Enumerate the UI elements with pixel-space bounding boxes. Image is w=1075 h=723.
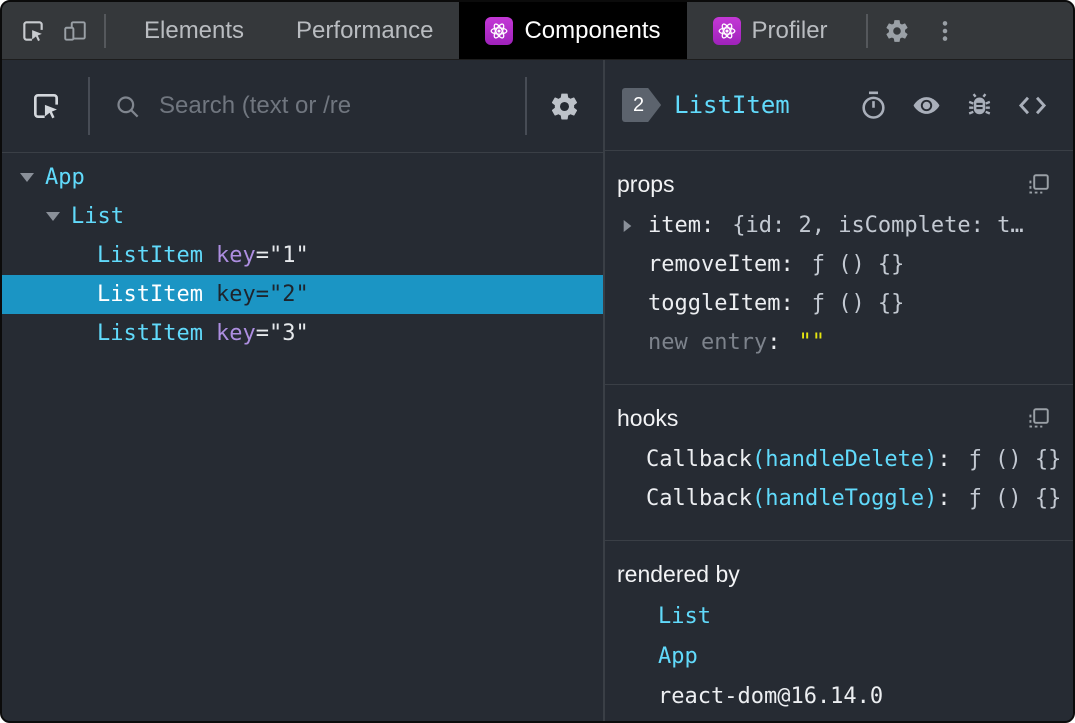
rendered-by-app[interactable]: App bbox=[605, 636, 1073, 676]
inspect-dom-eye-icon[interactable] bbox=[909, 88, 943, 122]
rendered-by-header: rendered by bbox=[605, 555, 1073, 596]
tree-pane: App List ListItem key="1" ListItem key="… bbox=[2, 60, 605, 721]
caret-down-icon[interactable] bbox=[18, 173, 35, 182]
rendered-by-section: rendered by List App react-dom@16.14.0 bbox=[605, 541, 1073, 721]
components-panel: App List ListItem key="1" ListItem key="… bbox=[2, 60, 1073, 721]
component-name: ListItem bbox=[97, 282, 203, 307]
tree-row-listitem-1[interactable]: ListItem key="1" bbox=[2, 236, 603, 275]
details-header: 2 ListItem bbox=[605, 60, 1073, 151]
key-attribute: key="2" bbox=[215, 282, 309, 307]
search-input[interactable] bbox=[157, 91, 525, 121]
topbar-right-icons bbox=[854, 2, 972, 59]
tab-label: Performance bbox=[296, 16, 434, 44]
tree-settings-gear-icon[interactable] bbox=[549, 91, 580, 122]
tree-row-list[interactable]: List bbox=[2, 197, 603, 236]
copy-hooks-icon[interactable] bbox=[1025, 406, 1051, 432]
device-toolbar-icon[interactable] bbox=[58, 2, 92, 59]
react-logo-icon bbox=[712, 16, 741, 45]
suspend-stopwatch-icon[interactable] bbox=[856, 88, 890, 122]
props-section-header: props bbox=[605, 165, 1073, 206]
key-badge[interactable]: 2 bbox=[622, 88, 661, 122]
key-attribute: key="1" bbox=[215, 243, 309, 268]
select-element-icon[interactable] bbox=[30, 90, 62, 122]
hook-row-handletoggle[interactable]: Callback (handleToggle): ƒ () {} bbox=[605, 479, 1073, 518]
hooks-section-header: hooks bbox=[605, 399, 1073, 440]
props-section: props item: {id: 2, isComplete: t… remove… bbox=[605, 151, 1073, 385]
copy-props-icon[interactable] bbox=[1025, 172, 1051, 198]
search-icon bbox=[117, 95, 139, 117]
rendered-by-list[interactable]: List bbox=[605, 596, 1073, 636]
details-header-actions bbox=[837, 88, 1049, 122]
tree-row-listitem-2-selected[interactable]: ListItem key="2" bbox=[2, 275, 603, 314]
prop-row-new-entry[interactable]: new entry: "" bbox=[605, 323, 1073, 362]
tab-elements[interactable]: Elements bbox=[118, 2, 270, 59]
more-menu-icon[interactable] bbox=[928, 2, 962, 59]
tree-toolbar bbox=[2, 60, 603, 153]
component-name: App bbox=[45, 165, 85, 190]
component-tree: App List ListItem key="1" ListItem key="… bbox=[2, 153, 603, 721]
tab-performance[interactable]: Performance bbox=[270, 2, 459, 59]
rendered-by-title: rendered by bbox=[617, 561, 740, 587]
details-pane: 2 ListItem props item: {id: 2, isComple… bbox=[605, 60, 1073, 721]
tree-row-listitem-3[interactable]: ListItem key="3" bbox=[2, 314, 603, 353]
topbar-separator bbox=[865, 13, 868, 48]
view-source-code-icon[interactable] bbox=[1015, 88, 1049, 122]
new-entry-value-input[interactable]: "" bbox=[798, 330, 825, 355]
toolbar-separator bbox=[525, 77, 527, 135]
settings-gear-icon[interactable] bbox=[880, 2, 914, 59]
tab-label: Elements bbox=[144, 16, 245, 44]
component-name: List bbox=[71, 204, 124, 229]
props-title: props bbox=[617, 171, 675, 197]
prop-row-removeitem[interactable]: removeItem: ƒ () {} bbox=[605, 245, 1073, 284]
topbar-separator bbox=[104, 13, 106, 48]
devtools-window: Elements Performance Components Profiler… bbox=[0, 0, 1075, 723]
react-logo-icon bbox=[485, 16, 514, 45]
toolbar-separator bbox=[88, 77, 90, 135]
log-to-console-bug-icon[interactable] bbox=[962, 88, 996, 122]
tab-label: Components bbox=[524, 16, 661, 44]
devtools-tab-bar: Elements Performance Components Profiler bbox=[2, 2, 1073, 60]
key-attribute: key="3" bbox=[215, 321, 309, 346]
selected-component-title: ListItem bbox=[674, 91, 790, 119]
tree-row-app[interactable]: App bbox=[2, 158, 603, 197]
tab-profiler[interactable]: Profiler bbox=[687, 2, 854, 59]
tab-components[interactable]: Components bbox=[459, 2, 687, 59]
component-name: ListItem bbox=[97, 321, 203, 346]
hook-row-handledelete[interactable]: Callback (handleDelete): ƒ () {} bbox=[605, 440, 1073, 479]
prop-row-toggleitem[interactable]: toggleItem: ƒ () {} bbox=[605, 284, 1073, 323]
topbar-left-icons bbox=[2, 2, 118, 59]
hooks-title: hooks bbox=[617, 405, 679, 431]
caret-right-icon[interactable] bbox=[619, 219, 635, 233]
hooks-section: hooks Callback (handleDelete): ƒ () {} Cal… bbox=[605, 385, 1073, 541]
inspect-element-icon[interactable] bbox=[16, 2, 50, 59]
rendered-by-react-dom: react-dom@16.14.0 bbox=[658, 683, 884, 709]
prop-row-item[interactable]: item: {id: 2, isComplete: t… bbox=[605, 206, 1073, 245]
caret-down-icon[interactable] bbox=[44, 212, 61, 221]
component-name: ListItem bbox=[97, 243, 203, 268]
tab-label: Profiler bbox=[751, 16, 828, 44]
